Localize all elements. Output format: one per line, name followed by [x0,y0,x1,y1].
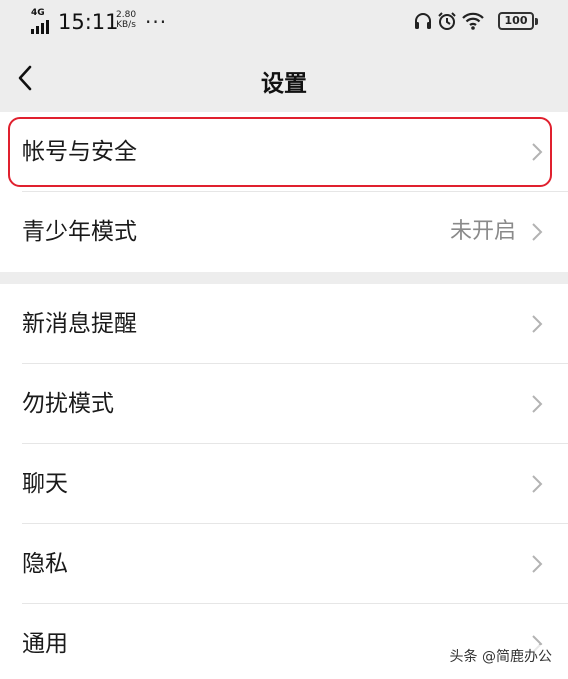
network-speed: 2.80 KB/s [116,10,137,30]
status-bar: 4G 15:11 2.80 KB/s ··· 100 [0,0,568,44]
settings-item-teen-mode[interactable]: 青少年模式 未开启 [0,192,568,272]
chevron-right-icon [532,143,543,161]
page-title: 设置 [261,71,307,97]
chevron-right-icon [532,475,543,493]
network-type: 4G [31,8,45,18]
settings-item-label: 新消息提醒 [22,311,137,337]
signal-icon [31,20,53,34]
watermark: 头条 @简鹿办公 [445,645,556,667]
headphone-icon [415,13,431,29]
more-notifications-icon: ··· [145,10,168,34]
settings-item-label: 勿扰模式 [22,391,114,417]
settings-group-general: 新消息提醒 勿扰模式 聊天 隐私 通用 [0,284,568,679]
chevron-right-icon [532,395,543,413]
teen-mode-status: 未开启 [449,219,516,244]
chevron-right-icon [532,315,543,333]
chevron-right-icon [532,555,543,573]
settings-item-account-security[interactable]: 帐号与安全 [0,112,568,192]
settings-item-label: 通用 [22,631,68,657]
settings-item-chat[interactable]: 聊天 [0,444,568,524]
settings-item-label: 隐私 [22,551,68,577]
settings-item-privacy[interactable]: 隐私 [0,524,568,604]
status-time: 15:11 [58,10,119,34]
settings-item-new-message-alerts[interactable]: 新消息提醒 [0,284,568,364]
settings-item-do-not-disturb[interactable]: 勿扰模式 [0,364,568,444]
header-bar: 设置 [0,44,568,112]
battery-icon: 100 [498,12,538,30]
settings-item-label: 青少年模式 [22,219,137,245]
wifi-icon [462,12,484,30]
settings-item-label: 帐号与安全 [22,139,137,165]
alarm-icon [438,12,456,30]
settings-item-label: 聊天 [22,471,68,497]
settings-group-account: 帐号与安全 青少年模式 未开启 [0,112,568,272]
chevron-right-icon [532,223,543,241]
settings-item-general[interactable]: 通用 [0,604,568,679]
